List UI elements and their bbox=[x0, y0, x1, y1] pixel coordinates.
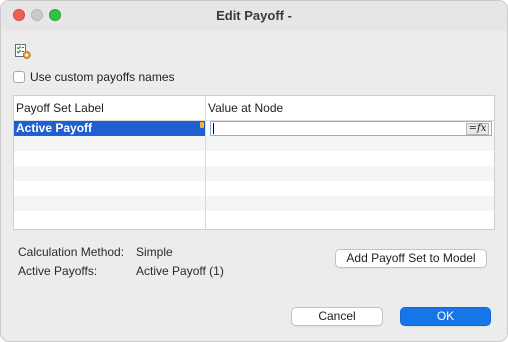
calculation-method-label: Calculation Method: bbox=[18, 245, 125, 259]
custom-names-label: Use custom payoffs names bbox=[30, 70, 175, 84]
active-payoffs-value: Active Payoff (1) bbox=[136, 264, 224, 278]
column-divider bbox=[205, 96, 206, 229]
active-payoffs-label: Active Payoffs: bbox=[18, 264, 98, 278]
custom-names-checkbox[interactable] bbox=[13, 71, 25, 83]
column-header-payoff-set-label[interactable]: Payoff Set Label bbox=[16, 101, 104, 115]
window-title: Edit Payoff - bbox=[216, 8, 292, 23]
table-row[interactable]: Active Payoff =fx bbox=[14, 121, 494, 136]
edit-payoff-dialog: Edit Payoff - Use custom payoffs names P… bbox=[0, 0, 508, 342]
title-bar: Edit Payoff - bbox=[1, 1, 507, 31]
table-row-empty bbox=[14, 166, 494, 181]
payoff-set-label-text: Active Payoff bbox=[16, 121, 93, 135]
payoff-set-label-cell[interactable]: Active Payoff bbox=[14, 121, 205, 136]
column-header-value-at-node[interactable]: Value at Node bbox=[208, 101, 283, 115]
checklist-settings-icon[interactable] bbox=[14, 42, 32, 60]
custom-names-option[interactable]: Use custom payoffs names bbox=[13, 69, 175, 85]
add-payoff-set-button[interactable]: Add Payoff Set to Model bbox=[335, 249, 487, 268]
ok-button[interactable]: OK bbox=[400, 307, 491, 326]
cancel-button[interactable]: Cancel bbox=[291, 307, 383, 326]
table-row-empty bbox=[14, 196, 494, 211]
table-row-empty bbox=[14, 181, 494, 196]
calculation-method-value: Simple bbox=[136, 245, 173, 259]
table-row-empty bbox=[14, 211, 494, 226]
text-caret bbox=[213, 123, 214, 134]
formula-fx-button[interactable]: =fx bbox=[466, 123, 489, 135]
table-row-empty bbox=[14, 136, 494, 151]
payoff-table: Payoff Set Label Value at Node Active Pa… bbox=[13, 95, 495, 230]
value-at-node-input[interactable]: =fx bbox=[210, 121, 492, 136]
table-header: Payoff Set Label Value at Node bbox=[14, 96, 494, 121]
pin-icon bbox=[200, 122, 204, 128]
table-row-empty bbox=[14, 151, 494, 166]
